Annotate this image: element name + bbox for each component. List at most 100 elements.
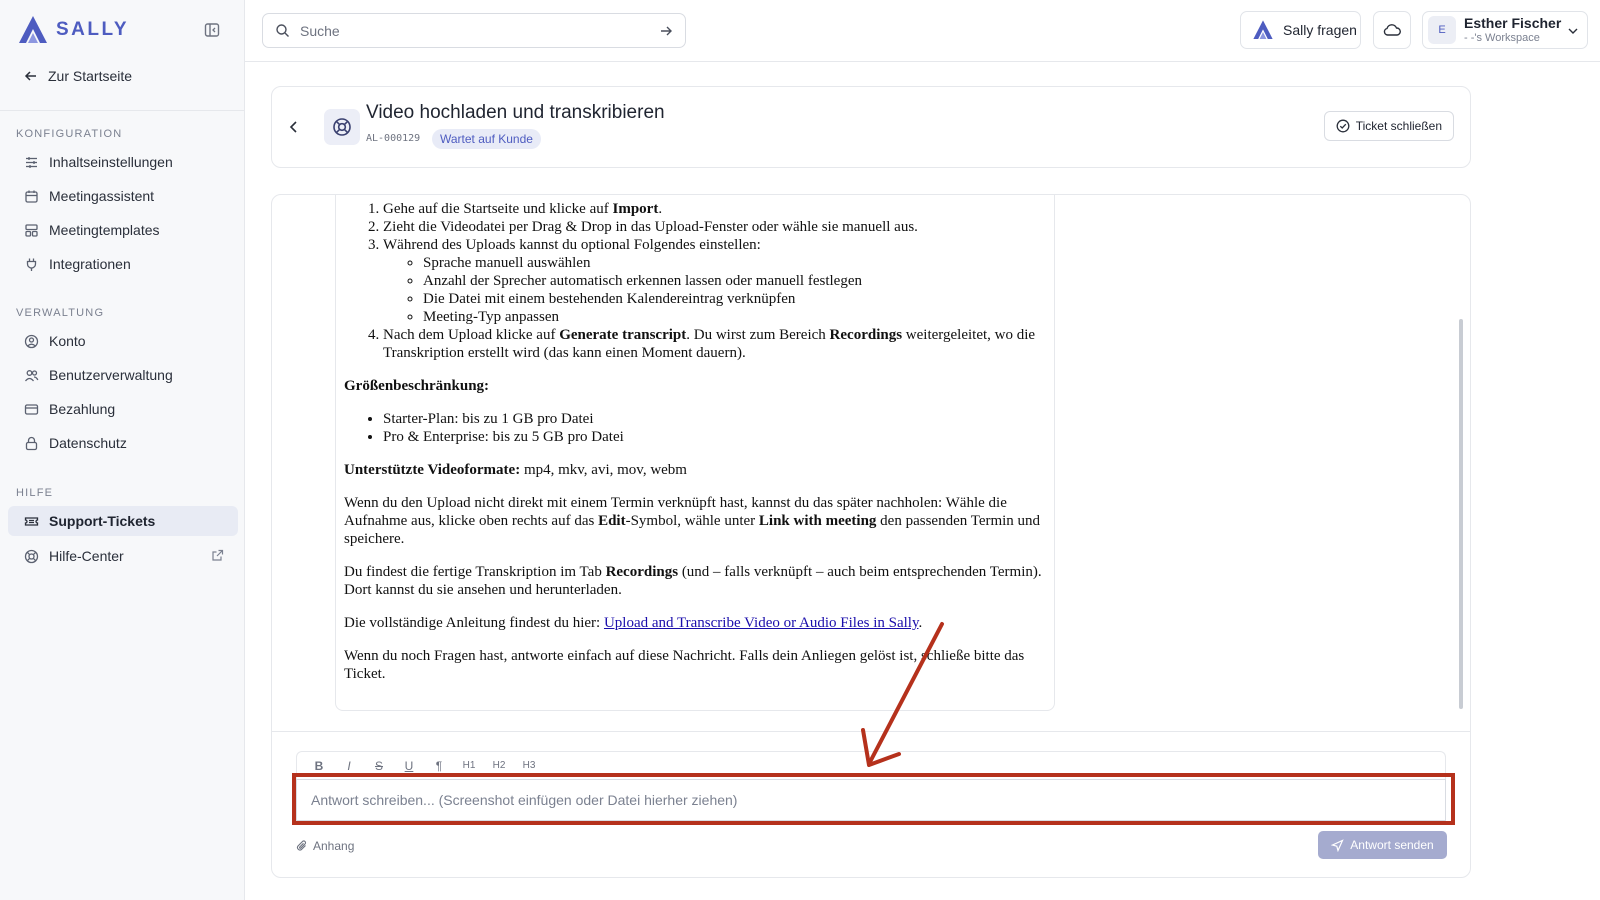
sally-logo-icon [1253, 20, 1273, 39]
calendar-icon [25, 190, 38, 203]
ticket-type-icon [324, 109, 360, 145]
list-item: Sprache manuell auswählen [423, 254, 1046, 272]
closing-paragraph: Wenn du noch Fragen hast, antworte einfa… [344, 648, 1025, 682]
send-icon [1331, 838, 1344, 852]
search-box[interactable] [262, 13, 686, 48]
sidebar-item-label: Datenschutz [49, 435, 127, 451]
list-item: Nach dem Upload klicke auf Generate tran… [383, 326, 1046, 362]
options-list: Sprache manuell auswählen Anzahl der Spr… [423, 254, 1046, 326]
sidebar-item-meetingassistent[interactable]: Meetingassistent [8, 181, 238, 211]
status-badge: Wartet auf Kunde [432, 129, 541, 149]
heading1-button[interactable]: H1 [461, 760, 477, 771]
check-circle-icon [1336, 119, 1350, 133]
lifebuoy-icon [333, 118, 351, 136]
attach-label: Anhang [313, 839, 355, 853]
sidebar: SALLY Zur Startseite KONFIGURATION Inhal… [0, 0, 245, 900]
list-item: Starter-Plan: bis zu 1 GB pro Datei [383, 410, 1046, 428]
lifebuoy-icon [24, 549, 39, 563]
sidebar-item-label: Support-Tickets [49, 513, 156, 529]
back-label: Zur Startseite [48, 68, 133, 84]
find-transcript-paragraph: Du findest die fertige Transkription im … [344, 564, 1042, 598]
cloud-icon [1383, 24, 1401, 36]
sidebar-item-benutzerverwaltung[interactable]: Benutzerverwaltung [8, 360, 238, 390]
external-link-icon [212, 549, 224, 561]
size-heading: Größenbeschränkung: [344, 378, 490, 394]
ticket-title: Video hochladen und transkribieren [366, 102, 665, 123]
lock-icon [25, 436, 38, 450]
size-list: Starter-Plan: bis zu 1 GB pro Datei Pro … [383, 410, 1046, 446]
list-item: Zieht die Videodatei per Drag & Drop in … [383, 218, 1046, 236]
conversation-panel: Gehe auf die Startseite und klicke auf I… [271, 194, 1471, 878]
sidebar-item-label: Benutzerverwaltung [49, 367, 173, 383]
sidebar-collapse-icon[interactable] [204, 22, 222, 40]
sliders-icon [26, 156, 37, 168]
section-label-konfiguration: KONFIGURATION [16, 128, 123, 140]
sidebar-item-label: Konto [49, 333, 86, 349]
list-item: Meeting-Typ anpassen [423, 308, 1046, 326]
arrow-right-icon[interactable] [659, 24, 673, 38]
credit-card-icon [24, 403, 39, 415]
user-circle-icon [24, 334, 39, 348]
scrollbar-thumb[interactable] [1459, 319, 1463, 709]
ask-sally-label: Sally fragen [1283, 22, 1357, 38]
sidebar-item-bezahlung[interactable]: Bezahlung [8, 394, 238, 424]
list-item: Die Datei mit einem bestehenden Kalender… [423, 290, 1046, 308]
sidebar-item-meetingtemplates[interactable]: Meetingtemplates [8, 215, 238, 245]
back-to-home-link[interactable]: Zur Startseite [24, 68, 132, 84]
underline-button[interactable]: U [401, 759, 417, 773]
search-input[interactable] [300, 22, 649, 39]
sidebar-item-label: Hilfe-Center [49, 548, 124, 564]
guide-paragraph: Die vollständige Anleitung findest du hi… [344, 615, 923, 631]
list-item: Gehe auf die Startseite und klicke auf I… [383, 200, 1046, 218]
list-item: Pro & Enterprise: bis zu 5 GB pro Datei [383, 428, 1046, 446]
bold-button[interactable]: B [311, 759, 327, 773]
workspace-name: - -'s Workspace [1464, 32, 1540, 44]
reply-divider [272, 731, 1470, 732]
list-item: Während des Uploads kannst du optional F… [383, 236, 1046, 326]
heading2-button[interactable]: H2 [491, 760, 507, 771]
sidebar-divider [0, 110, 245, 111]
brand-name: SALLY [56, 19, 130, 40]
support-message: Gehe auf die Startseite und klicke auf I… [335, 195, 1055, 711]
ticket-id: AL-000129 [366, 133, 421, 144]
strikethrough-button[interactable]: S [371, 759, 387, 773]
sidebar-item-label: Inhaltseinstellungen [49, 154, 173, 170]
sidebar-item-label: Meetingtemplates [49, 222, 160, 238]
close-ticket-label: Ticket schließen [1355, 119, 1442, 133]
sidebar-item-konto[interactable]: Konto [8, 326, 238, 356]
sidebar-item-label: Meetingassistent [49, 188, 155, 204]
ticket-icon [24, 516, 39, 526]
attach-button[interactable]: Anhang [296, 839, 354, 853]
guide-link[interactable]: Upload and Transcribe Video or Audio Fil… [604, 615, 919, 631]
sidebar-item-label: Integrationen [49, 256, 131, 272]
heading3-button[interactable]: H3 [521, 760, 537, 771]
close-ticket-button[interactable]: Ticket schließen [1323, 111, 1454, 141]
scrollbar[interactable] [1459, 195, 1467, 725]
send-reply-button[interactable]: Antwort senden [1318, 831, 1447, 859]
paragraph-button[interactable]: ¶ [431, 759, 447, 773]
sidebar-item-integrationen[interactable]: Integrationen [8, 249, 238, 279]
user-menu[interactable]: E Esther Fischer - -'s Workspace [1422, 11, 1588, 49]
template-icon [25, 223, 38, 237]
sidebar-item-support-tickets[interactable]: Support-Tickets [8, 506, 238, 536]
ask-sally-button[interactable]: Sally fragen [1240, 11, 1361, 49]
italic-button[interactable]: I [341, 759, 357, 773]
chevron-left-icon[interactable] [286, 119, 302, 135]
users-icon [24, 369, 39, 381]
plug-icon [26, 258, 37, 271]
link-meeting-paragraph: Wenn du den Upload nicht direkt mit eine… [344, 495, 1041, 547]
sally-logo-icon [19, 16, 47, 43]
steps-list: Gehe auf die Startseite und klicke auf I… [383, 200, 1046, 362]
sidebar-item-hilfe-center[interactable]: Hilfe-Center [8, 541, 238, 571]
formats-paragraph: Unterstützte Videoformate: mp4, mkv, avi… [344, 462, 687, 478]
cloud-button[interactable] [1373, 11, 1411, 49]
sidebar-item-label: Bezahlung [49, 401, 116, 417]
annotation-highlight-box [292, 773, 1455, 825]
list-item: Anzahl der Sprecher automatisch erkennen… [423, 272, 1046, 290]
sally-logo[interactable]: SALLY [16, 14, 129, 46]
sidebar-item-datenschutz[interactable]: Datenschutz [8, 428, 238, 458]
chevron-down-icon [1568, 28, 1578, 34]
sidebar-item-inhaltseinstellungen[interactable]: Inhaltseinstellungen [8, 147, 238, 177]
search-icon [276, 24, 289, 37]
avatar: E [1428, 16, 1456, 44]
